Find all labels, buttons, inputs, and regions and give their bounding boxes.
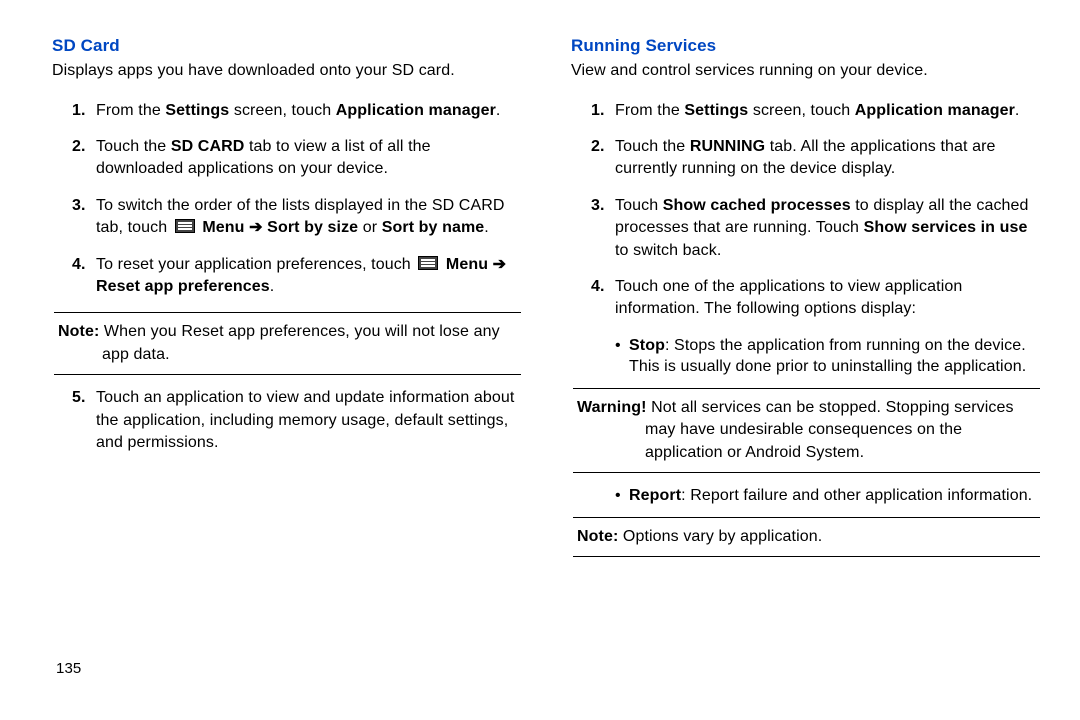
section-title-sdcard: SD Card xyxy=(52,36,525,56)
section-desc-sdcard: Displays apps you have downloaded onto y… xyxy=(52,60,525,82)
column-left: SD Card Displays apps you have downloade… xyxy=(36,36,525,569)
bullet-stop: • Stop: Stops the application from runni… xyxy=(615,335,1044,378)
bullet-report: • Report: Report failure and other appli… xyxy=(615,485,1044,507)
column-right: Running Services View and control servic… xyxy=(569,36,1044,569)
step-5-left: 5. Touch an application to view and upda… xyxy=(72,387,525,454)
menu-icon xyxy=(418,256,438,270)
step-1-right: 1. From the Settings screen, touch Appli… xyxy=(591,100,1044,122)
step-1-left: 1. From the Settings screen, touch Appli… xyxy=(72,100,525,122)
step-2-right: 2. Touch the RUNNING tab. All the applic… xyxy=(591,136,1044,181)
section-title-running: Running Services xyxy=(571,36,1044,56)
menu-icon xyxy=(175,219,195,233)
page-number: 135 xyxy=(56,660,81,677)
step-3-left: 3. To switch the order of the lists disp… xyxy=(72,195,525,240)
manual-page: SD Card Displays apps you have downloade… xyxy=(0,0,1080,569)
step-4-right: 4. Touch one of the applications to view… xyxy=(591,276,1044,321)
section-desc-running: View and control services running on you… xyxy=(571,60,1044,82)
step-4-left: 4. To reset your application preferences… xyxy=(72,254,525,299)
step-2-left: 2. Touch the SD CARD tab to view a list … xyxy=(72,136,525,181)
note-block-right: Note: Options vary by application. xyxy=(573,517,1040,557)
step-3-right: 3. Touch Show cached processes to displa… xyxy=(591,195,1044,262)
warning-block: Warning! Not all services can be stopped… xyxy=(573,388,1040,473)
note-block-left: Note: When you Reset app preferences, yo… xyxy=(54,312,521,375)
